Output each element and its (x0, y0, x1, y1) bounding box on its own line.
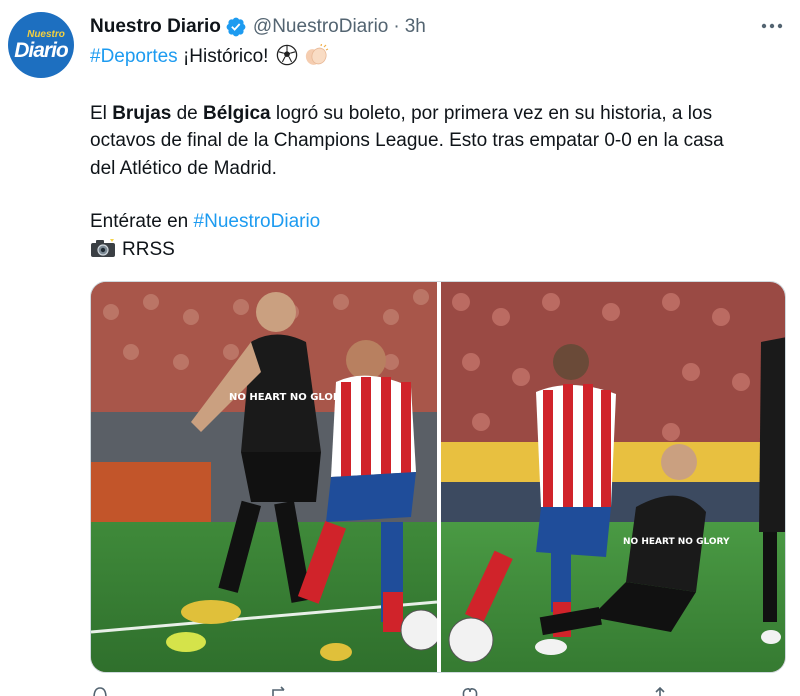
display-name[interactable]: Nuestro Diario (90, 16, 221, 38)
avatar-logo-big: Diario (14, 38, 69, 62)
soccer-ball-emoji (276, 44, 298, 66)
like-icon[interactable] (460, 686, 480, 696)
tweet-header: Nuestro Diario @NuestroDiario · 3h (90, 14, 426, 40)
tweet-media[interactable]: NO HEART NO GLORY NO HEART NO GLORY (90, 281, 786, 673)
hashtag-deportes[interactable]: #Deportes (90, 46, 178, 67)
avatar-logo-small: Nuestro (27, 28, 65, 40)
bold-belgica: Bélgica (203, 103, 271, 124)
tweet-text-line-3: del Atlético de Madrid. (90, 158, 277, 179)
reply-icon[interactable] (90, 686, 110, 696)
share-icon[interactable] (650, 686, 670, 696)
credit-text: RRSS (122, 239, 175, 260)
hashtag-nuestrodiario[interactable]: #NuestroDiario (194, 211, 321, 232)
text-fragment: de (171, 103, 204, 124)
shirt-sponsor-text: NO HEART NO GLORY (623, 537, 730, 547)
retweet-icon[interactable] (270, 686, 290, 696)
tweet-text-credit: RRSS (90, 235, 175, 265)
text-fragment: El (90, 103, 113, 124)
separator-dot: · (393, 16, 400, 37)
shirt-sponsor-text: NO HEART NO GLORY (229, 392, 348, 403)
clapping-hands-emoji (305, 44, 329, 65)
more-options-icon[interactable] (760, 14, 784, 38)
intro-text: ¡Histórico! (177, 46, 274, 67)
handle[interactable]: @NuestroDiario (253, 16, 388, 38)
tweet-text-line-2: octavos de final de la Champions League.… (90, 130, 724, 151)
camera-flash-emoji (91, 239, 115, 257)
bold-brujas: Brujas (112, 103, 172, 124)
photo-1[interactable]: NO HEART NO GLORY (91, 282, 437, 672)
photo-2[interactable]: NO HEART NO GLORY (441, 282, 785, 672)
timestamp[interactable]: 3h (405, 16, 426, 38)
tweet-text-line-1: El Brujas de Bélgica logró su boleto, po… (90, 99, 712, 129)
enterate-text: Entérate en (90, 211, 194, 232)
text-fragment: logró su boleto, por primera vez en su h… (270, 103, 713, 124)
tweet-text-intro: #Deportes ¡Histórico! (90, 42, 329, 72)
tweet-text-enterate: Entérate en #NuestroDiario (90, 207, 320, 237)
verified-badge-icon (226, 17, 246, 37)
tweet-actions (90, 686, 786, 696)
avatar[interactable]: Nuestro Diario (8, 12, 74, 78)
